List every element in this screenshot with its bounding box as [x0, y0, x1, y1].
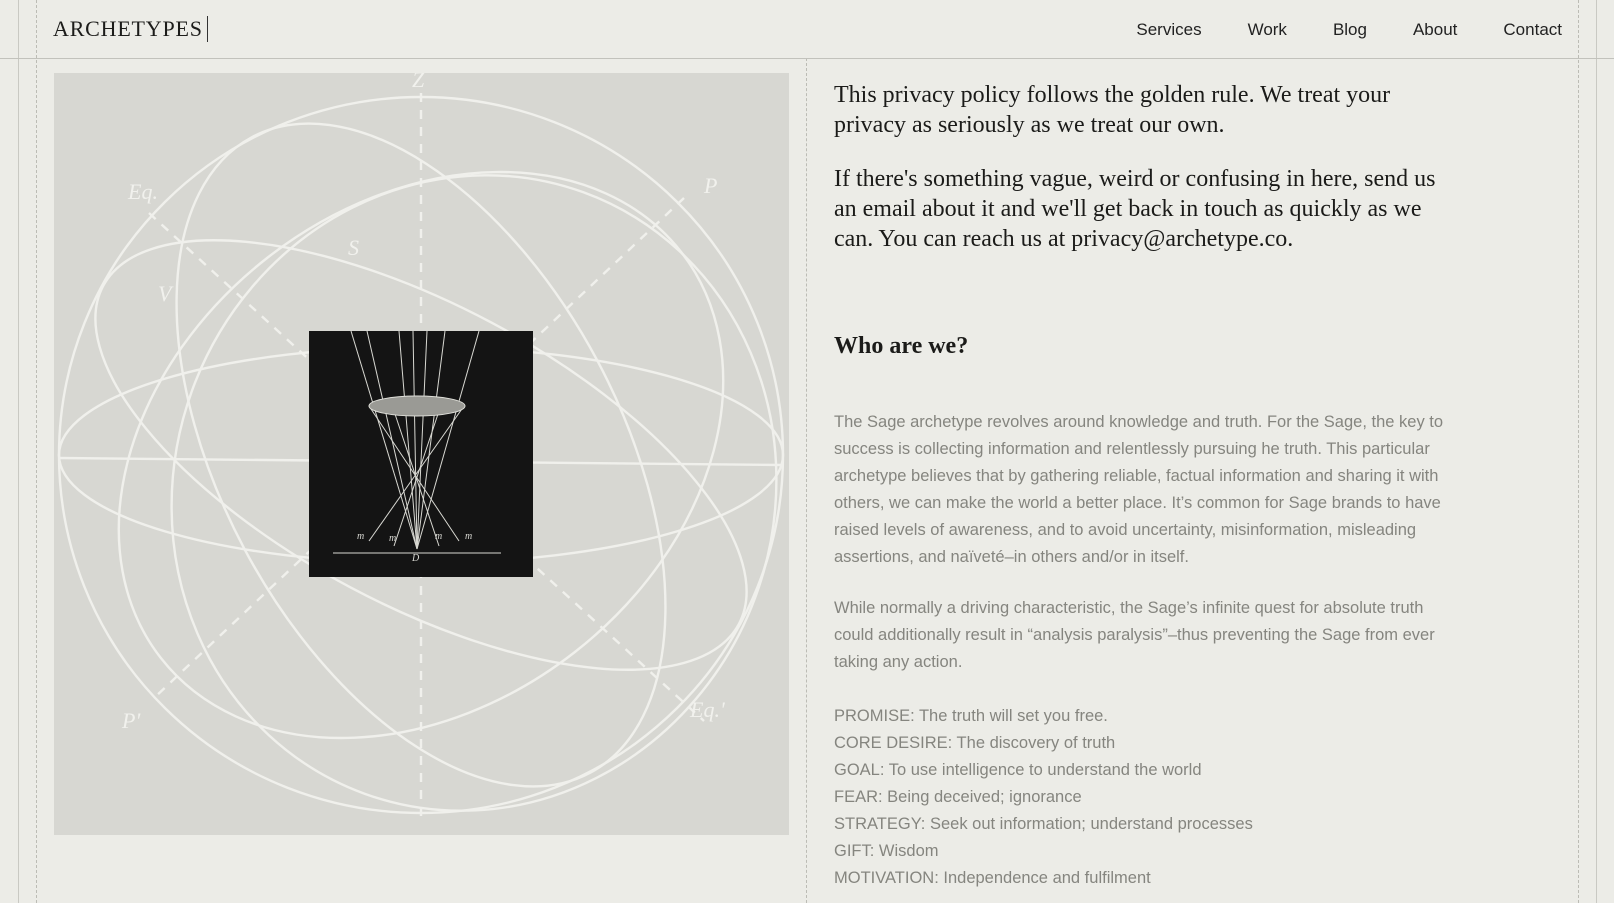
column-divider	[806, 58, 807, 903]
celestial-sphere-illustration: Z Eq. P S V P' Eq.' m m m m D	[54, 73, 789, 835]
svg-text:D: D	[411, 553, 420, 564]
attribute-item: CORE DESIRE: The discovery of truth	[834, 734, 1116, 752]
attribute-item: GIFT: Wisdom	[834, 842, 939, 860]
sage-caveat: While normally a driving characteristic,…	[834, 599, 1435, 671]
frame-line-left	[18, 0, 19, 903]
archetype-attributes: PROMISE: The truth will set you free. CO…	[834, 703, 1253, 892]
attribute-item: MOTIVATION: Independence and fulfilment	[834, 869, 1151, 887]
lens-diagram-image: m m m m D	[309, 331, 533, 577]
frame-line-right	[1596, 0, 1597, 903]
svg-text:m: m	[389, 533, 396, 544]
nav-contact[interactable]: Contact	[1503, 19, 1562, 41]
section-heading: Who are we?	[834, 333, 969, 359]
svg-text:m: m	[465, 531, 472, 542]
frame-guide-right	[1578, 0, 1579, 903]
attribute-item: FEAR: Being deceived; ignorance	[834, 788, 1082, 806]
sage-description: The Sage archetype revolves around knowl…	[834, 413, 1444, 566]
attribute-item: PROMISE: The truth will set you free.	[834, 707, 1108, 725]
label-v: V	[158, 281, 174, 306]
lens-rays-icon: m m m m D	[333, 331, 501, 564]
label-z: Z	[412, 73, 425, 92]
logo[interactable]: ARCHETYPES	[53, 16, 208, 42]
frame-guide-left	[36, 0, 37, 903]
nav-blog[interactable]: Blog	[1333, 19, 1367, 41]
nav-services[interactable]: Services	[1136, 19, 1201, 41]
svg-text:m: m	[357, 531, 364, 542]
intro-paragraph-2: If there's something vague, weird or con…	[834, 166, 1436, 252]
label-eq-prime: Eq.'	[689, 697, 725, 722]
label-p: P	[703, 173, 717, 198]
label-s: S	[348, 235, 359, 260]
label-eq: Eq.	[127, 179, 158, 204]
attribute-item: STRATEGY: Seek out information; understa…	[834, 815, 1253, 833]
intro-paragraph-1: This privacy policy follows the golden r…	[834, 82, 1391, 138]
nav-work[interactable]: Work	[1248, 19, 1287, 41]
label-p-prime: P'	[121, 708, 140, 733]
svg-text:m: m	[435, 531, 442, 542]
attribute-item: GOAL: To use intelligence to understand …	[834, 761, 1202, 779]
site-header: ARCHETYPES Services Work Blog About Cont…	[0, 0, 1614, 59]
nav-about[interactable]: About	[1413, 19, 1457, 41]
main-nav: Services Work Blog About Contact	[1090, 19, 1562, 41]
privacy-intro: This privacy policy follows the golden r…	[834, 80, 1444, 278]
